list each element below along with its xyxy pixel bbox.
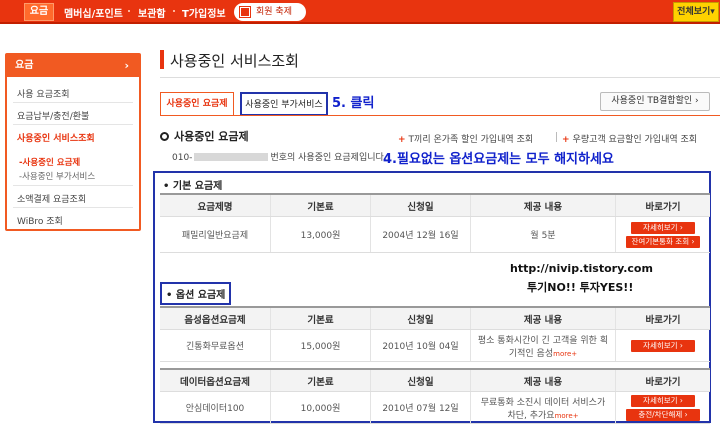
sidebar-header[interactable]: 요금 ›	[7, 55, 139, 77]
circle-bullet-icon	[160, 132, 169, 141]
column-header: 제공 내용	[470, 370, 615, 391]
column-header: 제공 내용	[470, 195, 615, 216]
shortcut-cell: 자세히보기 ›	[615, 330, 710, 361]
view-all-menu-button[interactable]: 전체보기▾	[673, 2, 719, 22]
table-header-row: 데이터옵션요금제 기본료 신청일 제공 내용 바로가기	[160, 370, 710, 392]
plan-fee: 13,000원	[270, 217, 370, 252]
annotation-step4: 4.필요없는 옵션요금제는 모두 해지하세요	[383, 152, 614, 167]
sidebar-subitem-plan[interactable]: -사용중인 요금제	[19, 156, 80, 168]
plan-name: 패밀리일반요금제	[181, 231, 249, 241]
plan-name: 안심데이터100	[185, 404, 245, 414]
data-option-table: 데이터옵션요금제 기본료 신청일 제공 내용 바로가기 안심데이터100 10,…	[160, 368, 710, 424]
divider	[556, 132, 557, 142]
nav-fee-tab[interactable]: 요금	[24, 3, 54, 21]
table-row: 긴통화무료옵션 15,000원 2010년 10월 04일 평소 통화시간이 긴…	[160, 330, 710, 362]
column-header: 신청일	[370, 308, 470, 329]
column-header: 데이터옵션요금제	[180, 376, 250, 388]
sidebar-subitem-addon[interactable]: -사용중인 부가서비스	[19, 170, 95, 182]
table-row: 패밀리일반요금제 13,000원 2004년 12월 16일 월 5분 자세히보…	[160, 217, 710, 253]
option-plan-label: • 옵션 요금제	[160, 282, 232, 305]
column-header: 기본료	[270, 370, 370, 391]
sidebar-item-usage-fee[interactable]: 사용 요금조회	[17, 87, 70, 100]
nav-subscription-info[interactable]: T가입정보	[182, 5, 226, 20]
column-header: 기본료	[270, 195, 370, 216]
tab-current-plan[interactable]: 사용중인 요금제	[160, 92, 234, 116]
view-details-button[interactable]: 자세히보기 ›	[631, 221, 695, 234]
basic-plan-table: 요금제명 기본료 신청일 제공 내용 바로가기 패밀리일반요금제 13,000원…	[160, 193, 710, 253]
divider	[13, 102, 133, 103]
phone-number-text: 010- 번호의 사용중인 요금제입니다.	[172, 153, 387, 163]
column-header: 바로가기	[615, 308, 710, 329]
sidebar-item-wibro[interactable]: WiBro 조회	[17, 214, 63, 227]
column-header: 신청일	[370, 370, 470, 391]
tab-underline	[160, 115, 720, 116]
shortcut-cell: 자세히보기 › 잔여기본통화 조회 ›	[615, 217, 710, 252]
sidebar-item-service-lookup[interactable]: 사용중인 서비스조회	[17, 131, 95, 144]
annotation-step5: 5. 클릭	[332, 96, 375, 111]
nav-separator	[128, 10, 130, 12]
column-header: 신청일	[370, 195, 470, 216]
column-header: 기본료	[270, 308, 370, 329]
gift-icon	[239, 6, 251, 18]
plan-date: 2010년 10월 04일	[370, 330, 470, 361]
table-row: 안심데이터100 10,000원 2010년 07월 12일 무료통화 소진시 …	[160, 392, 710, 424]
plan-date: 2004년 12월 16일	[370, 217, 470, 252]
table-header-row: 요금제명 기본료 신청일 제공 내용 바로가기	[160, 195, 710, 217]
plan-fee: 15,000원	[270, 330, 370, 361]
divider	[13, 207, 133, 208]
redacted-number	[194, 153, 269, 161]
column-header: 제공 내용	[470, 308, 615, 329]
remaining-calls-button[interactable]: 잔여기본통화 조회 ›	[626, 235, 700, 248]
plan-content: 월 5분	[470, 217, 615, 252]
plan-content: 무료통화 소진시 데이터 서비스가 차단, 추가요more+	[470, 392, 615, 423]
divider	[160, 77, 720, 78]
plan-content: 평소 통화시간이 긴 고객을 위한 획기적인 음성more+	[470, 330, 615, 361]
vip-discount-link[interactable]: + 우량고객 요금할인 가입내역 조회	[562, 132, 697, 145]
recharge-unblock-button[interactable]: 충전/차단해제 ›	[626, 408, 700, 421]
chevron-right-icon: ›	[124, 59, 129, 72]
column-header: 바로가기	[615, 195, 710, 216]
column-header: 요금제명	[197, 201, 233, 213]
shortcut-cell: 자세히보기 › 충전/차단해제 ›	[615, 392, 710, 423]
voice-option-table: 음성옵션요금제 기본료 신청일 제공 내용 바로가기 긴통화무료옵션 15,00…	[160, 306, 710, 362]
view-details-button[interactable]: 자세히보기 ›	[631, 339, 695, 352]
tab-current-addons[interactable]: 사용중인 부가서비스	[240, 92, 328, 116]
family-discount-link[interactable]: + T끼리 온가족 할인 가입내역 조회	[398, 132, 533, 145]
sidebar-item-micropayment[interactable]: 소액결제 요금조회	[17, 192, 86, 205]
column-header: 바로가기	[615, 370, 710, 391]
view-details-button[interactable]: 자세히보기 ›	[631, 394, 695, 407]
more-link[interactable]: more+	[553, 350, 577, 358]
plan-date: 2010년 07월 12일	[370, 392, 470, 423]
tb-bundle-discount-button[interactable]: 사용중인 TB결합할인 ›	[600, 92, 710, 111]
top-navigation: 요금 멤버십/포인트 보관함 T가입정보 회원 축제 전체보기▾	[0, 0, 720, 24]
nav-membership[interactable]: 멤버십/포인트	[64, 5, 123, 20]
sidebar-header-label: 요금	[15, 60, 34, 71]
section-title: 사용중인 요금제	[160, 128, 249, 144]
nav-separator	[173, 10, 175, 12]
slogan-watermark: 투기NO!! 투자YES!!	[527, 281, 634, 294]
more-link[interactable]: more+	[555, 412, 579, 420]
divider	[13, 124, 133, 125]
member-festival-label: 회원 축제	[256, 7, 292, 17]
plan-fee: 10,000원	[270, 392, 370, 423]
member-festival-button[interactable]: 회원 축제	[234, 3, 306, 21]
sidebar-item-payment[interactable]: 요금납부/충전/환불	[17, 109, 89, 122]
blog-url-watermark: http://nivip.tistory.com	[510, 262, 653, 275]
divider	[13, 185, 133, 186]
plan-name: 긴통화무료옵션	[186, 342, 244, 352]
sidebar: 요금 › 사용 요금조회 요금납부/충전/환불 사용중인 서비스조회 -사용중인…	[5, 53, 141, 231]
nav-storage[interactable]: 보관함	[138, 5, 166, 20]
table-header-row: 음성옵션요금제 기본료 신청일 제공 내용 바로가기	[160, 308, 710, 330]
page-title: 사용중인 서비스조회	[170, 52, 299, 70]
basic-plan-label: • 기본 요금제	[163, 181, 223, 192]
column-header: 음성옵션요금제	[184, 314, 246, 326]
title-accent-bar	[160, 50, 164, 69]
